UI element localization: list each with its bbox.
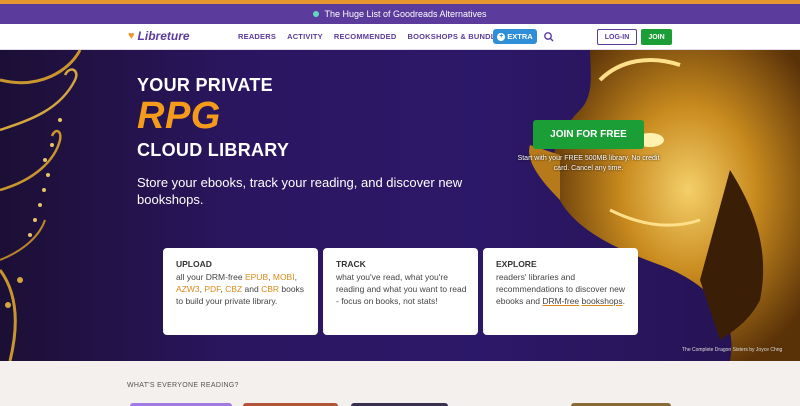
section-label: WHAT'S EVERYONE READING? bbox=[127, 382, 239, 389]
login-button[interactable]: LOG-IN bbox=[597, 29, 637, 45]
track-card: TRACK what you've read, what you're read… bbox=[323, 248, 478, 335]
status-dot-icon bbox=[313, 11, 320, 17]
format-link-epub[interactable]: EPUB bbox=[245, 272, 268, 282]
plus-icon: + bbox=[497, 32, 506, 41]
join-button[interactable]: JOIN bbox=[641, 29, 672, 45]
format-link-azw3[interactable]: AZW3 bbox=[176, 284, 200, 294]
nav-links: READERS ACTIVITY RECOMMENDED BOOKSHOPS &… bbox=[238, 32, 506, 41]
format-link-mobi[interactable]: MOBI bbox=[273, 272, 295, 282]
site-logo[interactable]: ♥ Libreture bbox=[128, 29, 190, 43]
join-for-free-button[interactable]: JOIN FOR FREE bbox=[533, 120, 644, 149]
format-link-cbr[interactable]: CBR bbox=[261, 284, 279, 294]
nav-link-bookshops[interactable]: BOOKSHOPS & BUNDLES bbox=[407, 32, 505, 41]
image-credit[interactable]: The Complete Dragon Sisters by Joyce Chn… bbox=[682, 347, 782, 353]
card-title: EXPLORE bbox=[496, 259, 537, 269]
nav-link-activity[interactable]: ACTIVITY bbox=[287, 32, 323, 41]
cta-note: Start with your FREE 500MB library. No c… bbox=[517, 155, 660, 172]
hero-section: YOUR PRIVATE RPG CLOUD LIBRARY Store you… bbox=[0, 50, 800, 361]
card-title: UPLOAD bbox=[176, 259, 212, 269]
heart-book-icon: ♥ bbox=[128, 30, 135, 42]
hero-subtitle: Store your ebooks, track your reading, a… bbox=[137, 175, 463, 207]
card-title: TRACK bbox=[336, 259, 366, 269]
search-icon[interactable] bbox=[543, 31, 555, 43]
bookshops-link[interactable]: bookshops bbox=[582, 296, 623, 306]
upload-card: UPLOAD all your DRM-free EPUB, MOBI, AZW… bbox=[163, 248, 318, 335]
hero-line-3: CLOUD LIBRARY bbox=[137, 140, 290, 160]
hero-line-1: YOUR PRIVATE bbox=[137, 75, 273, 95]
logo-text: Libreture bbox=[137, 29, 190, 43]
extra-label: EXTRA bbox=[507, 32, 533, 41]
gold-ornament-decoration bbox=[0, 50, 82, 361]
announcement-text[interactable]: The Huge List of Goodreads Alternatives bbox=[324, 9, 486, 19]
nav-link-recommended[interactable]: RECOMMENDED bbox=[334, 32, 397, 41]
extra-button[interactable]: + EXTRA bbox=[493, 29, 537, 44]
card-body: what you've read, what you're reading an… bbox=[336, 272, 467, 306]
card-text: . bbox=[622, 296, 626, 306]
card-body: all your DRM-free EPUB, MOBI, AZW3, PDF,… bbox=[176, 272, 305, 306]
format-link-cbz[interactable]: CBZ bbox=[225, 284, 242, 294]
drm-free-link[interactable]: DRM-free bbox=[542, 296, 579, 306]
main-navbar: ♥ Libreture READERS ACTIVITY RECOMMENDED… bbox=[0, 24, 800, 50]
explore-card: EXPLORE readers' libraries and recommend… bbox=[483, 248, 638, 335]
hero-line-2: RPG bbox=[137, 95, 221, 137]
announcement-bar[interactable]: The Huge List of Goodreads Alternatives bbox=[0, 4, 800, 24]
format-link-pdf[interactable]: PDF bbox=[204, 284, 220, 294]
card-text: all your DRM-free bbox=[176, 272, 245, 282]
nav-link-readers[interactable]: READERS bbox=[238, 32, 276, 41]
card-body: readers' libraries and recommendations t… bbox=[496, 271, 638, 307]
reading-section: WHAT'S EVERYONE READING? bbox=[0, 361, 800, 406]
